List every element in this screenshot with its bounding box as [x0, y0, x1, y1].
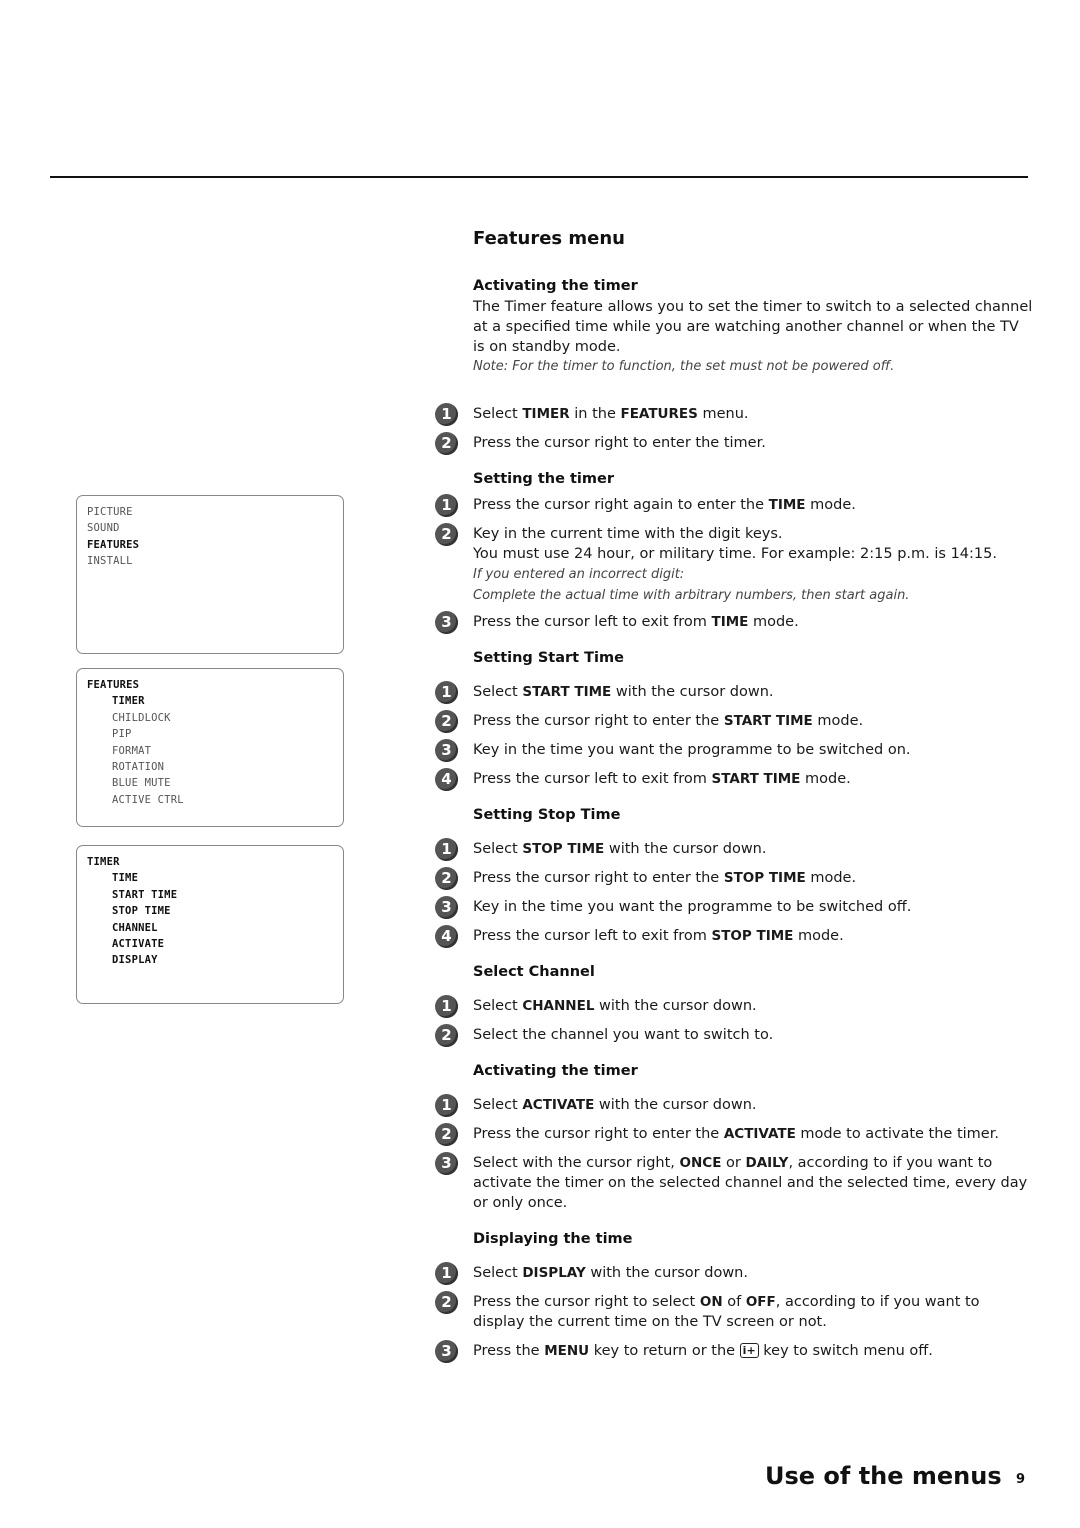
menu-item: STOP TIME: [112, 905, 171, 918]
menu-item: TIMER: [87, 856, 120, 868]
step-text: Select START TIME with the cursor down.: [473, 684, 774, 700]
step-number-icon: 2: [435, 1291, 458, 1314]
step-number-icon: 1: [435, 995, 458, 1018]
menu-item: TIMER: [112, 695, 145, 708]
menu-item: START TIME: [112, 888, 178, 901]
header-rule: [50, 176, 1028, 178]
subsection-heading: Displaying the time: [473, 1231, 633, 1247]
step-number-icon: 3: [435, 1340, 458, 1363]
menu-item: BLUE MUTE: [112, 777, 171, 790]
step-number-icon: 1: [435, 494, 458, 517]
step-text: Press the MENU key to return or the i+ k…: [473, 1343, 933, 1359]
step-number-icon: 4: [435, 768, 458, 791]
step-text: Select TIMER in the FEATURES menu.: [473, 406, 749, 422]
step-number-icon: 2: [435, 1123, 458, 1146]
subsection-heading: Setting Stop Time: [473, 807, 621, 823]
step-text: Key in the time you want the programme t…: [473, 899, 912, 915]
menu-item: FEATURES: [87, 679, 140, 691]
step-number-icon: 4: [435, 925, 458, 948]
step-text: Press the cursor left to exit from START…: [473, 771, 851, 787]
step-text: Press the cursor right again to enter th…: [473, 497, 856, 513]
step-number-icon: 3: [435, 896, 458, 919]
step-text: Press the cursor right to enter the ACTI…: [473, 1126, 999, 1142]
step-text: Press the cursor left to exit from STOP …: [473, 928, 844, 944]
step-number-icon: 3: [435, 1152, 458, 1175]
footer-title: Use of the menus: [765, 1462, 1002, 1490]
step-text: Select STOP TIME with the cursor down.: [473, 841, 767, 857]
subsection-heading: Select Channel: [473, 964, 595, 980]
step-text: Press the cursor right to enter the STOP…: [473, 870, 857, 886]
step-text: Press the cursor right to enter the STAR…: [473, 713, 864, 729]
menu-item: DISPLAY: [112, 954, 158, 967]
step-number-icon: 2: [435, 432, 458, 455]
page-number: 9: [1016, 1472, 1026, 1487]
menu-item: ROTATION: [112, 760, 165, 773]
step-number-icon: 2: [435, 523, 458, 546]
step-number-icon: 1: [435, 1262, 458, 1285]
step-number-icon: 1: [435, 1094, 458, 1117]
subsection-heading: Setting the timer: [473, 471, 614, 487]
subsection-heading: Activating the timer: [473, 1063, 638, 1079]
step-number-icon: 1: [435, 838, 458, 861]
step-text: Press the cursor right to select ON of O…: [473, 1294, 980, 1330]
step-number-icon: 1: [435, 681, 458, 704]
section-title: Features menu: [473, 228, 625, 249]
subsection-heading: Setting Start Time: [473, 650, 624, 666]
step-text: Press the cursor right to enter the time…: [473, 435, 766, 451]
step-text: Select DISPLAY with the cursor down.: [473, 1265, 748, 1281]
menu-item: ACTIVATE: [112, 937, 165, 950]
step-text: Key in the current time with the digit k…: [473, 526, 997, 603]
menu-item: FORMAT: [112, 744, 152, 757]
menu-item: PICTURE: [87, 506, 133, 518]
step-text: Select CHANNEL with the cursor down.: [473, 998, 757, 1014]
intro-heading: Activating the timer: [473, 278, 638, 294]
menu-item: CHILDLOCK: [112, 711, 171, 724]
menu-item: PIP: [112, 728, 132, 741]
step-number-icon: 2: [435, 867, 458, 890]
step-number-icon: 1: [435, 403, 458, 426]
step-number-icon: 2: [435, 1024, 458, 1047]
step-text: Select ACTIVATE with the cursor down.: [473, 1097, 757, 1113]
osd-timer-menu: TIMER TIME START TIME STOP TIME CHANNEL ACTIV…: [76, 845, 344, 1004]
menu-item: FEATURES: [87, 538, 140, 551]
menu-item: SOUND: [87, 522, 120, 535]
step-text: Select with the cursor right, ONCE or DA…: [473, 1155, 1028, 1211]
menu-item: INSTALL: [87, 555, 133, 568]
step-text: Select the channel you want to switch to…: [473, 1027, 774, 1043]
menu-item: ACTIVE CTRL: [112, 793, 184, 806]
intro-note: Note: For the timer to function, the set…: [473, 359, 895, 374]
step-number-icon: 3: [435, 611, 458, 634]
step-number-icon: 3: [435, 739, 458, 762]
intro-body: The Timer feature allows you to set the …: [473, 299, 1033, 355]
info-plus-key-icon: i+: [739, 1343, 759, 1358]
step-number-icon: 2: [435, 710, 458, 733]
menu-item: CHANNEL: [112, 921, 158, 934]
osd-main-menu: PICTURE SOUND FEATURES INSTALL: [76, 495, 344, 654]
step-text: Key in the time you want the programme t…: [473, 742, 911, 758]
menu-item: TIME: [112, 872, 139, 885]
osd-features-menu: FEATURES TIMER CHILDLOCK PIP FORMAT ROTATION B…: [76, 668, 344, 827]
step-text: Press the cursor left to exit from TIME …: [473, 614, 799, 630]
